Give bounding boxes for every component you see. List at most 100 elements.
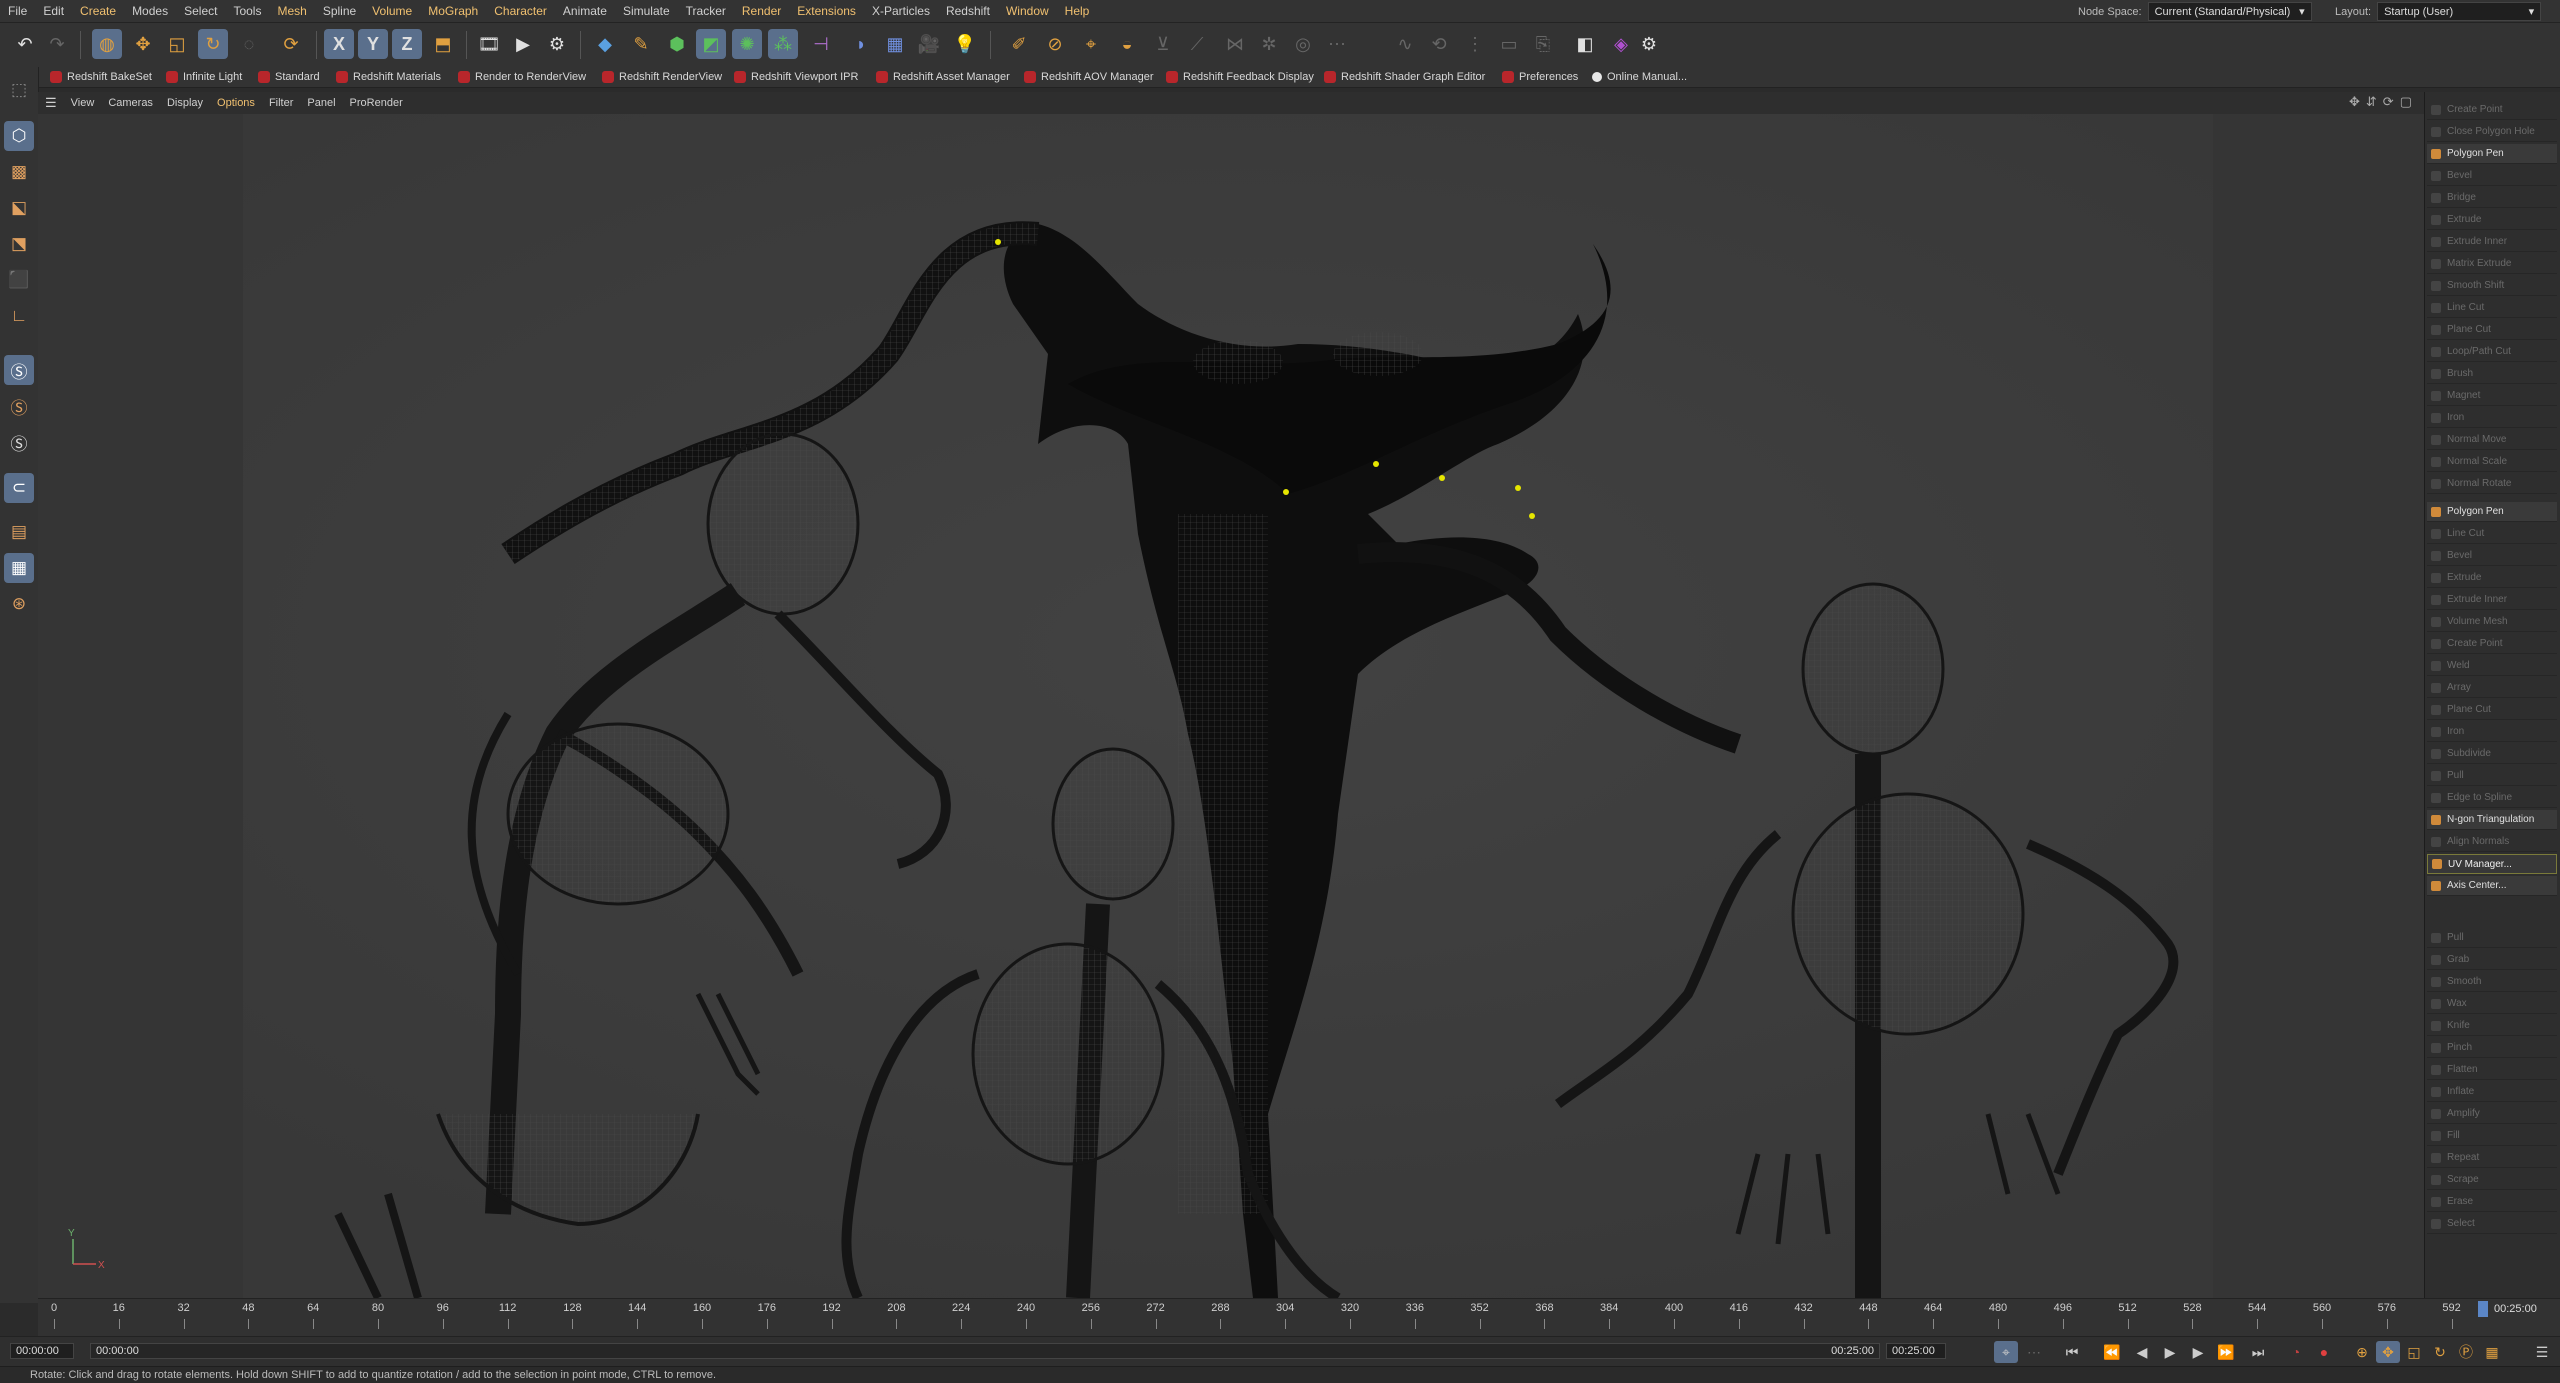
command-fill[interactable]: Fill — [2427, 1126, 2557, 1146]
render-view-icon[interactable]: ▶ — [508, 29, 538, 59]
plugin-redshift-aov-manager[interactable]: Redshift AOV Manager — [1024, 69, 1154, 85]
rotate-icon[interactable]: ↻ — [198, 29, 228, 59]
plugin-render-to-renderview[interactable]: Render to RenderView — [458, 69, 586, 85]
command-bevel[interactable]: Bevel — [2427, 166, 2557, 186]
axis-z-button[interactable]: Z — [392, 29, 422, 59]
vp-menu-panel[interactable]: Panel — [300, 97, 342, 109]
menu-edit[interactable]: Edit — [35, 4, 72, 18]
plugin-redshift-viewport-ipr[interactable]: Redshift Viewport IPR — [734, 69, 858, 85]
time-range-slider[interactable]: 00:00:00 00:25:00 — [90, 1343, 1880, 1359]
menu-mesh[interactable]: Mesh — [269, 4, 314, 18]
render-region-icon[interactable]: 🎞 — [474, 29, 504, 59]
dim-tool-5-icon[interactable]: ◎ — [1288, 29, 1318, 59]
move-icon[interactable]: ✥ — [128, 29, 158, 59]
pen-icon[interactable]: ✎ — [626, 29, 656, 59]
scale-icon[interactable]: ◱ — [162, 29, 192, 59]
dim-tool-2-icon[interactable]: ⟋ — [1182, 29, 1212, 59]
command-extrude-inner[interactable]: Extrude Inner — [2427, 590, 2557, 610]
menu-window[interactable]: Window — [998, 4, 1057, 18]
menu-tools[interactable]: Tools — [225, 4, 269, 18]
play-icon[interactable]: ▶ — [2158, 1341, 2182, 1363]
current-time-field[interactable]: 00:00:00 — [10, 1343, 74, 1359]
dolly-icon[interactable]: ⇵ — [2366, 94, 2377, 110]
record-icon[interactable]: ● — [2312, 1341, 2336, 1363]
command-brush[interactable]: Brush — [2427, 364, 2557, 384]
key-param-icon[interactable]: Ⓟ — [2454, 1341, 2478, 1363]
plugin-infinite-light[interactable]: Infinite Light — [166, 69, 242, 85]
menu-character[interactable]: Character — [486, 4, 555, 18]
command-volume-mesh[interactable]: Volume Mesh — [2427, 612, 2557, 632]
command-scrape[interactable]: Scrape — [2427, 1170, 2557, 1190]
subdivision-icon[interactable]: ⬢ — [662, 29, 692, 59]
command-plane-cut[interactable]: Plane Cut — [2427, 320, 2557, 340]
next-key-icon[interactable]: ⏩ — [2214, 1341, 2238, 1363]
dim-tool-10-icon[interactable]: ▭ — [1494, 29, 1524, 59]
model-mode-icon[interactable]: ⬡ — [4, 121, 34, 151]
key-pla-icon[interactable]: ▦ — [2480, 1341, 2504, 1363]
menu-help[interactable]: Help — [1057, 4, 1098, 18]
end-marker[interactable] — [2478, 1301, 2488, 1317]
menu-render[interactable]: Render — [734, 4, 789, 18]
plugin-redshift-renderview[interactable]: Redshift RenderView — [602, 69, 722, 85]
command-line-cut[interactable]: Line Cut — [2427, 524, 2557, 544]
vp-menu-prorender[interactable]: ProRender — [343, 97, 410, 109]
plugin-online-manual[interactable]: Online Manual... — [1592, 69, 1687, 85]
dim-tool-1-icon[interactable]: ⊻ — [1148, 29, 1178, 59]
cube-icon[interactable]: ◆ — [590, 29, 620, 59]
command-iron[interactable]: Iron — [2427, 722, 2557, 742]
key-rotate-icon[interactable]: ↻ — [2428, 1341, 2452, 1363]
command-inflate[interactable]: Inflate — [2427, 1082, 2557, 1102]
dim-tool-8-icon[interactable]: ⟲ — [1424, 29, 1454, 59]
command-pull[interactable]: Pull — [2427, 766, 2557, 786]
command-extrude-inner[interactable]: Extrude Inner — [2427, 232, 2557, 252]
command-repeat[interactable]: Repeat — [2427, 1148, 2557, 1168]
command-flatten[interactable]: Flatten — [2427, 1060, 2557, 1080]
workplane-icon[interactable]: ▤ — [4, 517, 34, 547]
plugin-redshift-shader-graph-editor[interactable]: Redshift Shader Graph Editor — [1324, 69, 1485, 85]
deformer-icon[interactable]: ⊣ — [806, 29, 836, 59]
plugin-redshift-asset-manager[interactable]: Redshift Asset Manager — [876, 69, 1010, 85]
timeline-ruler[interactable]: 0 16 32 48 64 80 96 112 128 144 160 176 192 208 224 240… — [38, 1298, 2560, 1339]
command-knife[interactable]: Knife — [2427, 1016, 2557, 1036]
command-align-normals[interactable]: Align Normals — [2427, 832, 2557, 852]
cloner-icon[interactable]: ✺ — [732, 29, 762, 59]
axis-y-button[interactable]: Y — [358, 29, 388, 59]
menu-x-particles[interactable]: X-Particles — [864, 4, 938, 18]
dim-tool-6-icon[interactable]: ⋯ — [1322, 29, 1352, 59]
menu-animate[interactable]: Animate — [555, 4, 615, 18]
axis-mode-icon[interactable]: ∟ — [4, 301, 34, 331]
vp-menu-display[interactable]: Display — [160, 97, 210, 109]
live-selection-icon[interactable]: ◍ — [92, 29, 122, 59]
light-icon[interactable]: 💡 — [950, 29, 980, 59]
menu-file[interactable]: File — [0, 4, 35, 18]
point-mode-icon[interactable]: ⬕ — [4, 193, 34, 223]
command-pinch[interactable]: Pinch — [2427, 1038, 2557, 1058]
material-editor-icon[interactable]: ◧ — [1570, 29, 1600, 59]
render-settings-icon[interactable]: ⚙ — [542, 29, 572, 59]
edge-mode-icon[interactable]: ⬔ — [4, 229, 34, 259]
polygon-mode-icon[interactable]: ⬛ — [4, 265, 34, 295]
key-scale-icon[interactable]: ◱ — [2402, 1341, 2426, 1363]
command-normal-rotate[interactable]: Normal Rotate — [2427, 474, 2557, 494]
menu-extensions[interactable]: Extensions — [789, 4, 864, 18]
command-select[interactable]: Select — [2427, 1214, 2557, 1234]
command-amplify[interactable]: Amplify — [2427, 1104, 2557, 1124]
key-move-icon[interactable]: ✥ — [2376, 1341, 2400, 1363]
vp-menu-view[interactable]: View — [64, 97, 102, 109]
dim-tool-9-icon[interactable]: ⋮ — [1460, 29, 1490, 59]
record-key-icon[interactable]: ⌖ — [1994, 1341, 2018, 1363]
texture-mode-icon[interactable]: ▩ — [4, 157, 34, 187]
make-editable-icon[interactable]: ⬚ — [4, 75, 34, 105]
redshift-bevel-icon[interactable]: ⌖ — [1076, 29, 1106, 59]
goto-start-icon[interactable]: ⏮ — [2060, 1341, 2084, 1363]
menu-redshift[interactable]: Redshift — [938, 4, 998, 18]
pan-icon[interactable]: ✥ — [2349, 94, 2360, 110]
coordinate-system-icon[interactable]: ⬒ — [428, 29, 458, 59]
prev-key-icon[interactable]: ⏪ — [2100, 1341, 2124, 1363]
autokey-icon[interactable]: ◔ — [2284, 1341, 2308, 1363]
snap-toggle-icon[interactable]: Ⓢ — [4, 427, 34, 457]
command-normal-move[interactable]: Normal Move — [2427, 430, 2557, 450]
plugin-redshift-bakeset[interactable]: Redshift BakeSet — [50, 69, 152, 85]
command-uv-manager[interactable]: UV Manager... — [2427, 854, 2557, 874]
cube-material-icon[interactable]: ◈ — [1606, 29, 1636, 59]
